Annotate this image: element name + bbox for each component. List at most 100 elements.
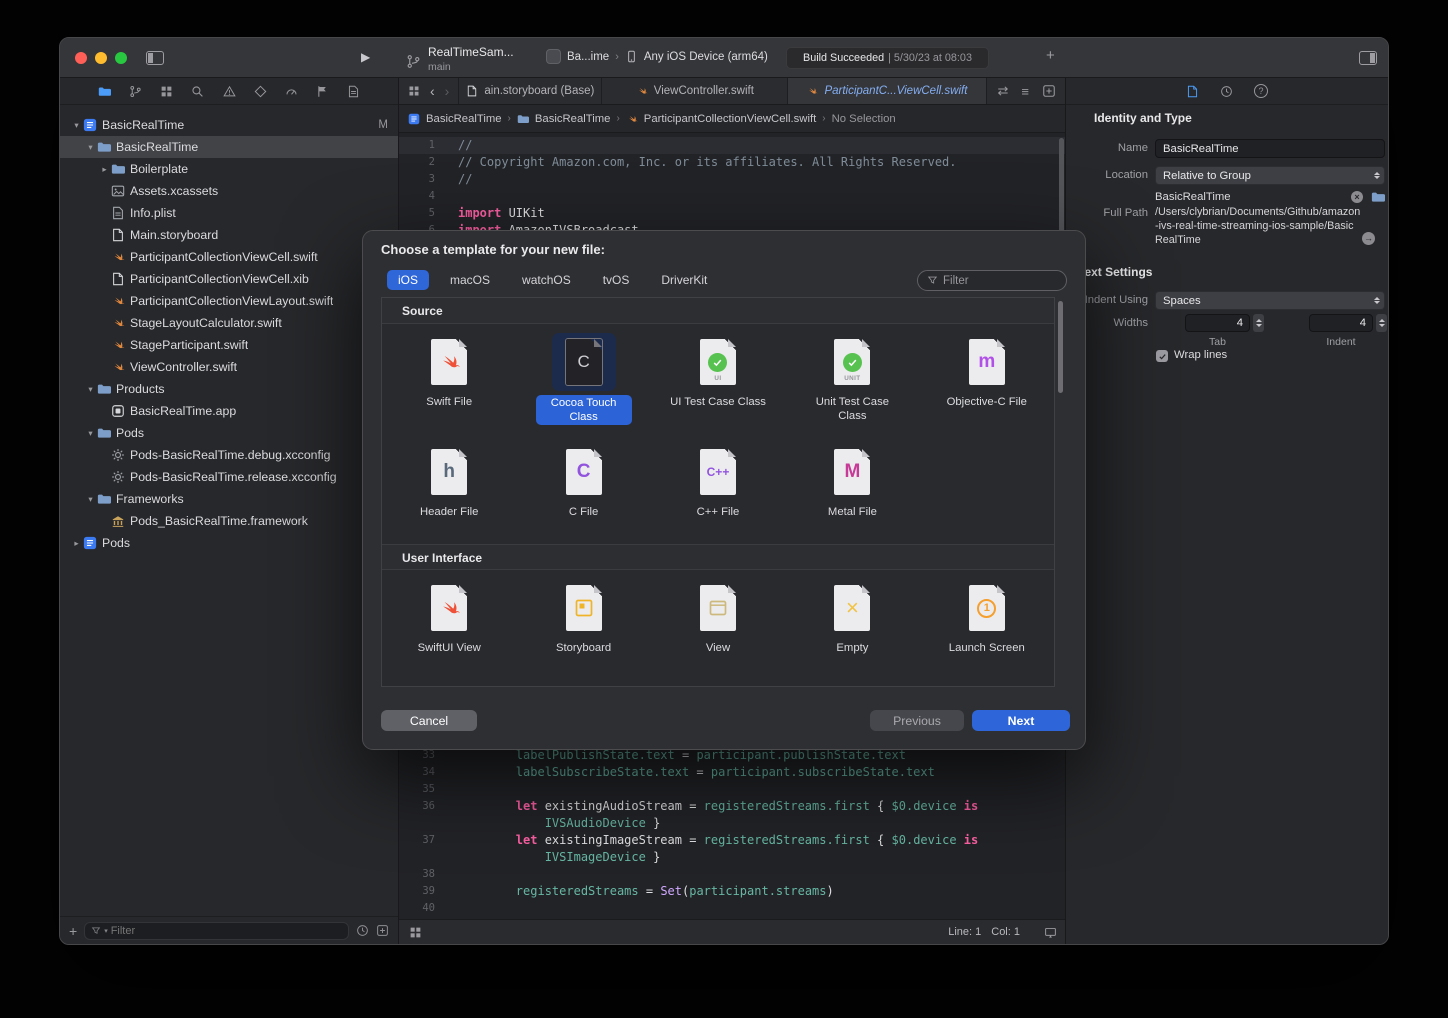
template-metal-file[interactable]: MMetal File: [785, 434, 919, 544]
test-navigator-icon[interactable]: [254, 85, 267, 98]
debug-navigator-icon[interactable]: [285, 85, 298, 98]
file-inspector-icon[interactable]: [1186, 85, 1199, 98]
template-view[interactable]: View: [651, 570, 785, 680]
choose-folder-icon[interactable]: [1371, 190, 1385, 204]
navigator-row-basicrealtime[interactable]: ▾BasicRealTimeM: [60, 114, 398, 136]
previous-button[interactable]: Previous: [870, 710, 964, 731]
template-header-file[interactable]: hHeader File: [382, 434, 516, 544]
symbol-navigator-icon[interactable]: [160, 85, 173, 98]
history-inspector-icon[interactable]: [1220, 85, 1233, 98]
navigator-row-assets-xcassets[interactable]: Assets.xcassets: [60, 180, 398, 202]
navigator-filter-field[interactable]: ▾: [84, 922, 349, 940]
scheme-selector[interactable]: Ba...ime › Any iOS Device (arm64): [546, 49, 768, 64]
tab-width-stepper[interactable]: [1253, 314, 1264, 332]
help-inspector-icon[interactable]: ?: [1254, 84, 1268, 98]
monitor-icon[interactable]: [1044, 926, 1057, 939]
indent-width-field[interactable]: 4: [1309, 314, 1373, 332]
related-items-icon[interactable]: [408, 85, 420, 97]
disclosure-closed-icon[interactable]: ▸: [70, 538, 83, 549]
navigator-row-info-plist[interactable]: Info.plist: [60, 202, 398, 224]
breakpoint-navigator-icon[interactable]: [316, 85, 329, 98]
template-cocoa-touch-class[interactable]: CCocoa Touch Class: [516, 324, 650, 434]
navigator-row-stagelayoutcal-culator-swift[interactable]: StageLayoutCal​culator.swift: [60, 312, 398, 334]
add-editor-icon[interactable]: [1042, 84, 1056, 98]
template-swiftui-view[interactable]: SwiftUI View: [382, 570, 516, 680]
template-storyboard[interactable]: Storyboard: [516, 570, 650, 680]
minimize-window-button[interactable]: [95, 52, 107, 64]
swap-editors-icon[interactable]: ⇄: [998, 83, 1009, 99]
template-objective-c-file[interactable]: mObjective-C File: [920, 324, 1054, 434]
disclosure-closed-icon[interactable]: ▸: [98, 164, 111, 175]
go-forward-icon[interactable]: ›: [445, 84, 450, 98]
navigator-row-frameworks[interactable]: ▾Frameworks: [60, 488, 398, 510]
disclosure-open-icon[interactable]: ▾: [84, 428, 97, 439]
navigator-row-participantcollectionviewcell-swift[interactable]: ParticipantCollectionViewCell.swift: [60, 246, 398, 268]
library-button[interactable]: +: [1046, 47, 1055, 64]
navigator-row-viewcontroller-swift[interactable]: ViewController.swift: [60, 356, 398, 378]
issue-navigator-icon[interactable]: [223, 85, 236, 98]
breadcrumb-project[interactable]: BasicRealTime: [426, 113, 502, 125]
navigator-row-participantcollectionviewcell-xib[interactable]: ParticipantCollectionViewCell.xib: [60, 268, 398, 290]
navigator-row-stageparticipant-swift[interactable]: StageParticipant.swift: [60, 334, 398, 356]
editor-options-icon[interactable]: [409, 926, 422, 939]
toggle-navigator-icon[interactable]: [146, 51, 164, 65]
navigator-row-basicrealtime[interactable]: ▾BasicRealTime: [60, 136, 398, 158]
name-field[interactable]: BasicRealTime: [1155, 139, 1385, 158]
navigator-row-boilerplate[interactable]: ▸Boilerplate: [60, 158, 398, 180]
location-select[interactable]: Relative to Group: [1155, 166, 1385, 185]
report-navigator-icon[interactable]: [347, 85, 360, 98]
minimap-icon[interactable]: ≡: [1021, 84, 1029, 99]
tab-main-storyboard[interactable]: ain.storyboard (Base): [458, 78, 601, 104]
template-unit-test-case-class[interactable]: UNITUnit Test Case Class: [785, 324, 919, 434]
template-swift-file[interactable]: Swift File: [382, 324, 516, 434]
template-empty[interactable]: ×Empty: [785, 570, 919, 680]
platform-tab-watchos[interactable]: watchOS: [511, 270, 582, 290]
template-c-file[interactable]: C++C++ File: [651, 434, 785, 544]
navigator-row-pods-basicrealtime-framework[interactable]: Pods_BasicRealTime.framework: [60, 510, 398, 532]
indent-using-select[interactable]: Spaces: [1155, 291, 1385, 310]
navigator-row-participantcollectionviewlayout-swift[interactable]: ParticipantCollectionViewLayout.swift: [60, 290, 398, 312]
navigator-row-products[interactable]: ▾Products: [60, 378, 398, 400]
close-window-button[interactable]: [75, 52, 87, 64]
scheme-name[interactable]: Ba...ime: [567, 51, 609, 63]
find-navigator-icon[interactable]: [191, 85, 204, 98]
platform-tab-driverkit[interactable]: DriverKit: [650, 270, 718, 290]
navigator-row-pods-basicrealtime-release-xcconfig[interactable]: Pods-BasicRealTime.release.xcconfig: [60, 466, 398, 488]
go-back-icon[interactable]: ‹: [430, 84, 435, 98]
clear-icon[interactable]: ×: [1351, 191, 1363, 203]
dialog-scrollbar[interactable]: [1058, 301, 1063, 393]
platform-tab-ios[interactable]: iOS: [387, 270, 429, 290]
cancel-button[interactable]: Cancel: [381, 710, 477, 731]
disclosure-open-icon[interactable]: ▾: [70, 120, 83, 131]
breadcrumb-file[interactable]: ParticipantCollectionViewCell.swift: [644, 113, 816, 125]
navigator-row-basicrealtime-app[interactable]: BasicRealTime.app: [60, 400, 398, 422]
wrap-lines-checkbox[interactable]: [1156, 350, 1168, 362]
platform-tab-macos[interactable]: macOS: [439, 270, 501, 290]
run-button[interactable]: ▶: [361, 50, 370, 64]
template-c-file[interactable]: CC File: [516, 434, 650, 544]
next-button[interactable]: Next: [972, 710, 1070, 731]
platform-tab-tvos[interactable]: tvOS: [592, 270, 641, 290]
tab-width-field[interactable]: 4: [1185, 314, 1250, 332]
open-path-icon[interactable]: →: [1362, 232, 1375, 245]
recent-files-filter-icon[interactable]: [356, 924, 369, 937]
navigator-row-pods[interactable]: ▾Pods: [60, 422, 398, 444]
add-file-button[interactable]: +: [69, 923, 77, 939]
disclosure-open-icon[interactable]: ▾: [84, 142, 97, 153]
tab-viewcontroller-swift[interactable]: ViewController.swift: [601, 78, 787, 104]
navigator-row-pods[interactable]: ▸Pods: [60, 532, 398, 554]
breadcrumb-group[interactable]: BasicRealTime: [535, 113, 611, 125]
toggle-inspector-icon[interactable]: [1359, 51, 1377, 65]
navigator-row-main-storyboard[interactable]: Main.storyboard: [60, 224, 398, 246]
disclosure-open-icon[interactable]: ▾: [84, 384, 97, 395]
navigator-row-pods-basicrealtime-debug-xcconfig[interactable]: Pods-BasicRealTime.debug.xcconfig: [60, 444, 398, 466]
source-control-filter-icon[interactable]: [376, 924, 389, 937]
tab-participant-cell-swift[interactable]: ParticipantC...ViewCell.swift: [787, 78, 986, 104]
zoom-window-button[interactable]: [115, 52, 127, 64]
activity-status[interactable]: Build Succeeded | 5/30/23 at 08:03: [786, 47, 989, 69]
breadcrumb-selection[interactable]: No Selection: [832, 113, 896, 125]
indent-width-stepper[interactable]: [1376, 314, 1387, 332]
editor-scrollbar[interactable]: [1059, 138, 1064, 243]
project-navigator-icon[interactable]: [98, 85, 111, 98]
template-filter-field[interactable]: Filter: [917, 270, 1067, 291]
